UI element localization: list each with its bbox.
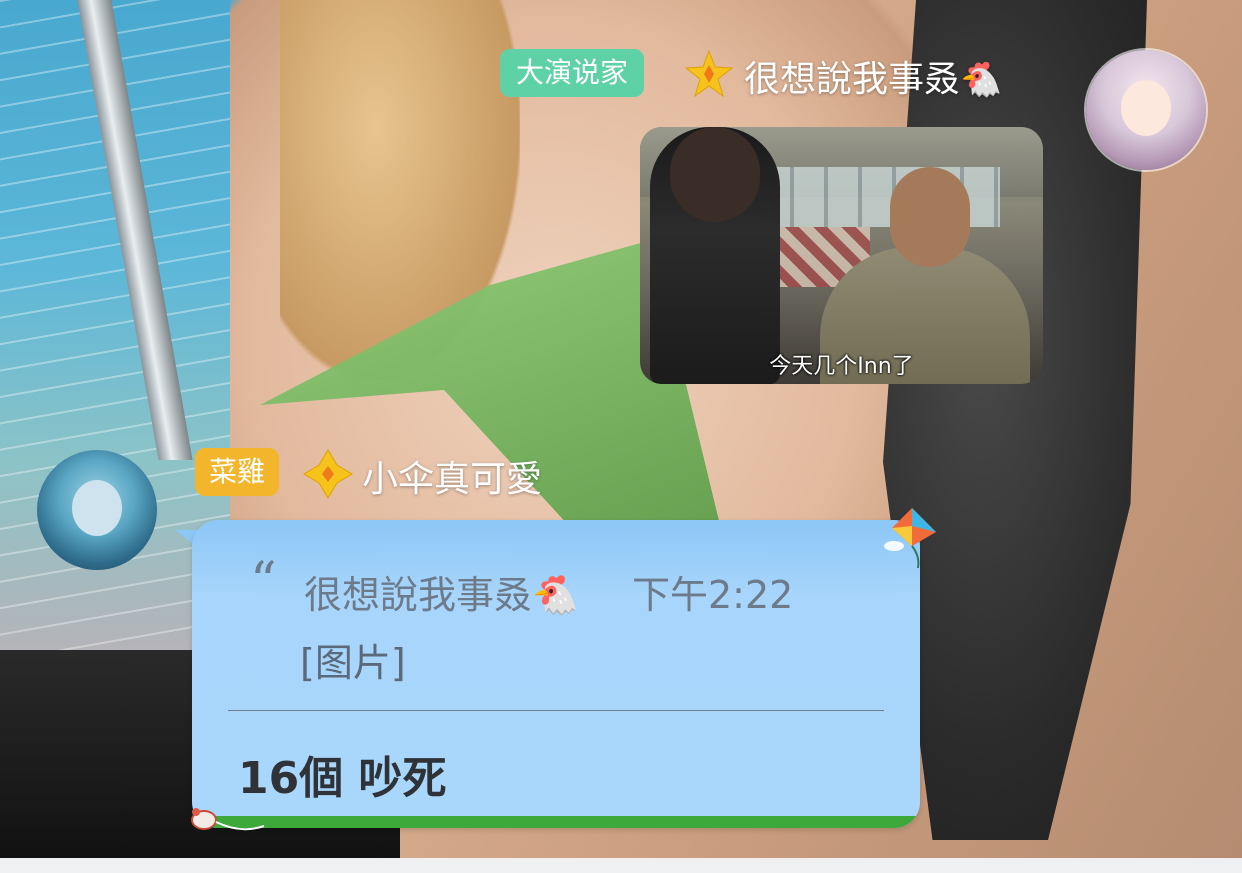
image-person-left-head — [670, 127, 760, 222]
sender-avatar[interactable] — [1086, 50, 1206, 170]
image-caption: 今天几个Inn了 — [769, 354, 914, 379]
sender-name[interactable]: 小伞真可愛 — [362, 450, 542, 502]
quote-divider — [228, 710, 884, 711]
avatar-face — [1121, 80, 1171, 136]
bottom-strip — [0, 858, 1242, 873]
image-person-right-head — [890, 167, 970, 267]
reply-text: 16個 吵死 — [238, 753, 447, 804]
kite-icon — [884, 508, 936, 569]
title-badge: 大演说家 — [500, 49, 645, 97]
gold-diamond-icon — [303, 449, 353, 499]
image-message[interactable]: 今天几个Inn了 — [640, 127, 1043, 384]
gold-star-icon — [684, 49, 734, 98]
quote-content[interactable]: [图片] — [300, 632, 406, 687]
reply-bubble[interactable]: “ 很想說我事叒🐔 下午2:22 [图片] 16個 吵死 — [192, 520, 920, 828]
rank-badge: 菜雞 — [195, 448, 280, 496]
quote-mark-icon: “ — [250, 552, 277, 612]
sender-avatar[interactable] — [37, 450, 157, 570]
chicken-emoji: 🐔 — [960, 60, 1003, 100]
quote-author: 很想說我事叒🐔 — [304, 573, 580, 617]
quote-time: 下午2:22 — [632, 573, 794, 617]
avatar-face — [72, 480, 122, 536]
sender-name-text: 很想說我事叒 — [744, 59, 961, 100]
sender-name[interactable]: 很想說我事叒🐔 — [744, 50, 1002, 102]
bubble-grass-border — [192, 816, 920, 828]
mouse-decoration-icon — [191, 808, 265, 831]
